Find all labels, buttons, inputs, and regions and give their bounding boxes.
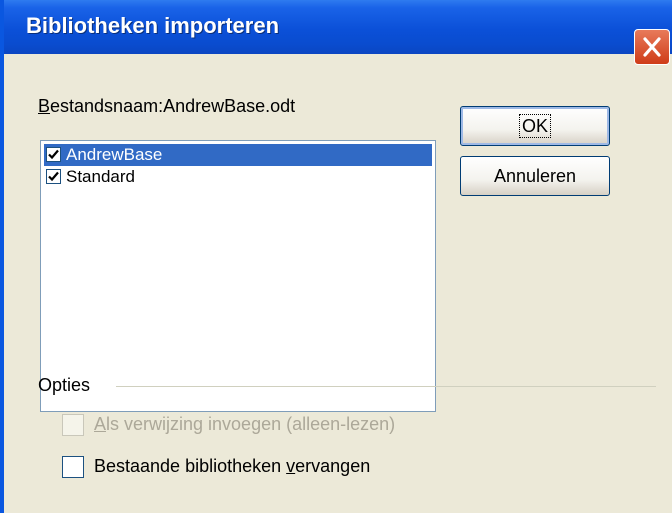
check-icon <box>48 171 59 182</box>
replace-existing-libraries-mnemonic: v <box>286 456 296 476</box>
library-list[interactable]: AndrewBase Standard <box>40 140 436 412</box>
title-bar[interactable]: Bibliotheken importeren <box>4 0 672 54</box>
library-name: Standard <box>66 167 135 186</box>
ok-button-focus: OK <box>518 114 552 138</box>
insert-as-reference-checkbox[interactable] <box>62 414 84 436</box>
ok-button[interactable]: OK <box>460 106 610 146</box>
library-name: AndrewBase <box>66 145 163 164</box>
insert-as-reference-mnemonic: A <box>94 414 107 434</box>
library-checkbox-andrewbase[interactable] <box>46 147 61 162</box>
filename-label: Bestandsnaam:AndrewBase.odt <box>38 96 295 117</box>
ok-button-label: OK <box>521 116 548 136</box>
filename-label-text: estandsnaam: <box>50 96 164 116</box>
replace-existing-libraries-checkbox[interactable] <box>62 456 84 478</box>
dialog-content: Bestandsnaam:AndrewBase.odt AndrewBase S… <box>4 54 672 513</box>
replace-existing-libraries-text-after: ervangen <box>295 456 371 476</box>
cancel-button-label: Annuleren <box>493 166 577 186</box>
dialog-title: Bibliotheken importeren <box>26 13 280 38</box>
replace-existing-libraries-text-before: Bestaande bibliotheken <box>94 456 287 476</box>
replace-existing-libraries-label: Bestaande bibliotheken vervangen <box>94 456 370 477</box>
check-icon <box>48 149 59 160</box>
cancel-button[interactable]: Annuleren <box>460 156 610 196</box>
library-item-standard[interactable]: Standard <box>44 166 432 188</box>
library-item-andrewbase[interactable]: AndrewBase <box>44 144 432 166</box>
insert-as-reference-label: Als verwijzing invoegen (alleen-lezen) <box>94 414 395 435</box>
options-group-label: Opties <box>38 375 91 395</box>
filename-value: AndrewBase.odt <box>163 96 296 116</box>
library-checkbox-standard[interactable] <box>46 169 61 184</box>
filename-label-mnemonic: B <box>38 96 51 116</box>
options-group-divider <box>116 386 656 387</box>
insert-as-reference-text: ls verwijzing invoegen (alleen-lezen) <box>106 414 396 434</box>
